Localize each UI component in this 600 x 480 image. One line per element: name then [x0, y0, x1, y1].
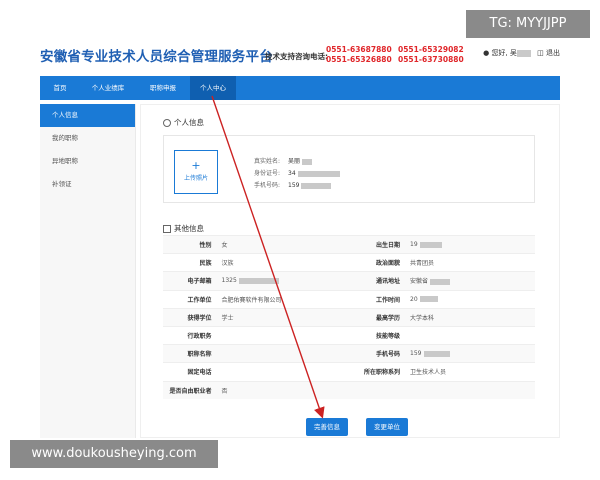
- brand-title[interactable]: 安徽省专业技术人员综合管理服务平台: [40, 45, 273, 65]
- user-icon: ●: [483, 49, 490, 57]
- user-name-mask: [516, 49, 531, 57]
- real-name-row: 真实姓名: 吴丽: [254, 156, 313, 165]
- list-icon: [163, 225, 171, 233]
- user-name[interactable]: 吴: [510, 49, 517, 57]
- phone-4: 0551-63730880: [398, 55, 464, 64]
- mask: [430, 278, 451, 285]
- personal-info-card: + 上传照片 真实姓名: 吴丽 身份证号: 34 手机号码: 159: [163, 135, 535, 203]
- other-info-table: 性别 女 出生日期 19 民族 汉族 政治面貌 共青团员 电子邮箱 1325 通…: [163, 234, 535, 400]
- real-name-value: 吴丽: [288, 158, 301, 165]
- phone-1: 0551-63687880: [326, 45, 392, 54]
- mobile-value: 159: [288, 182, 300, 189]
- header: 安徽省专业技术人员综合管理服务平台 技术支持咨询电话: 0551-6368788…: [40, 38, 560, 74]
- main-nav: 首页 个人业绩库 职称申报 个人中心: [40, 76, 560, 100]
- personal-info-title: 个人信息: [163, 117, 204, 128]
- mask: [419, 241, 442, 248]
- change-unit-button[interactable]: 变更单位: [366, 418, 408, 436]
- table-row: 性别 女 出生日期 19: [163, 234, 535, 254]
- nav-personal-center[interactable]: 个人中心: [190, 76, 236, 100]
- upload-photo-button[interactable]: + 上传照片: [174, 150, 218, 194]
- support-label: 技术支持咨询电话:: [265, 52, 328, 61]
- table-row: 民族 汉族 政治面貌 共青团员: [163, 253, 535, 272]
- table-row: 获得学位 学士 最高学历 大学本科: [163, 307, 535, 327]
- mask: [423, 350, 450, 357]
- nav-home[interactable]: 首页: [40, 76, 80, 100]
- upload-photo-label: 上传照片: [183, 175, 208, 182]
- main-content: 个人信息 + 上传照片 真实姓名: 吴丽 身份证号: 34 手机号码: 159 其他信…: [140, 104, 560, 438]
- sidebar-item-my-titles[interactable]: 我的职称: [40, 127, 135, 150]
- mask: [301, 182, 332, 189]
- table-row: 固定电话 所在职称系列 卫生技术人员: [163, 362, 535, 381]
- logout-link[interactable]: 退出: [546, 49, 560, 57]
- mask: [419, 296, 438, 303]
- greeting: 您好,: [491, 49, 508, 57]
- support-phones: 0551-63687880 0551-65329082 0551-65326880…: [326, 45, 470, 65]
- user-area: ● 您好, 吴 ◫ 退出: [483, 48, 560, 58]
- table-row: 工作单位 合肥佑賽软件有限公司 工作时间 20: [163, 289, 535, 309]
- logout-icon[interactable]: ◫: [537, 49, 544, 57]
- id-number-value: 34: [288, 170, 296, 177]
- table-row: 电子邮箱 1325 通讯地址 安徽省: [163, 271, 535, 291]
- id-number-row: 身份证号: 34: [254, 168, 340, 177]
- sidebar-item-reissue-cert[interactable]: 补领证: [40, 173, 135, 196]
- mask: [238, 277, 279, 284]
- mobile-row: 手机号码: 159: [254, 180, 332, 189]
- nav-title-application[interactable]: 职称申报: [136, 76, 190, 100]
- watermark-top: TG: MYYJJPP: [466, 10, 590, 38]
- table-row: 职称名称 手机号码 159: [163, 344, 535, 363]
- table-row: 是否自由职业者 否: [163, 380, 535, 400]
- phone-3: 0551-65326880: [326, 55, 392, 64]
- person-icon: [163, 119, 171, 127]
- mask: [302, 158, 313, 165]
- other-info-title: 其他信息: [163, 223, 204, 234]
- complete-info-button[interactable]: 完善信息: [306, 418, 348, 436]
- mask: [297, 170, 340, 177]
- phone-2: 0551-65329082: [398, 45, 464, 54]
- nav-personal-achievements[interactable]: 个人业绩库: [80, 76, 136, 100]
- sidebar-item-personal-info[interactable]: 个人信息: [40, 104, 135, 127]
- watermark-bottom: www.doukousheying.com: [10, 440, 218, 468]
- sidebar: 个人信息 我的职称 异地职称 补领证: [40, 104, 136, 438]
- sidebar-item-remote-titles[interactable]: 异地职称: [40, 150, 135, 173]
- table-row: 行政职务 技能等级: [163, 325, 535, 345]
- plus-icon: +: [191, 159, 201, 172]
